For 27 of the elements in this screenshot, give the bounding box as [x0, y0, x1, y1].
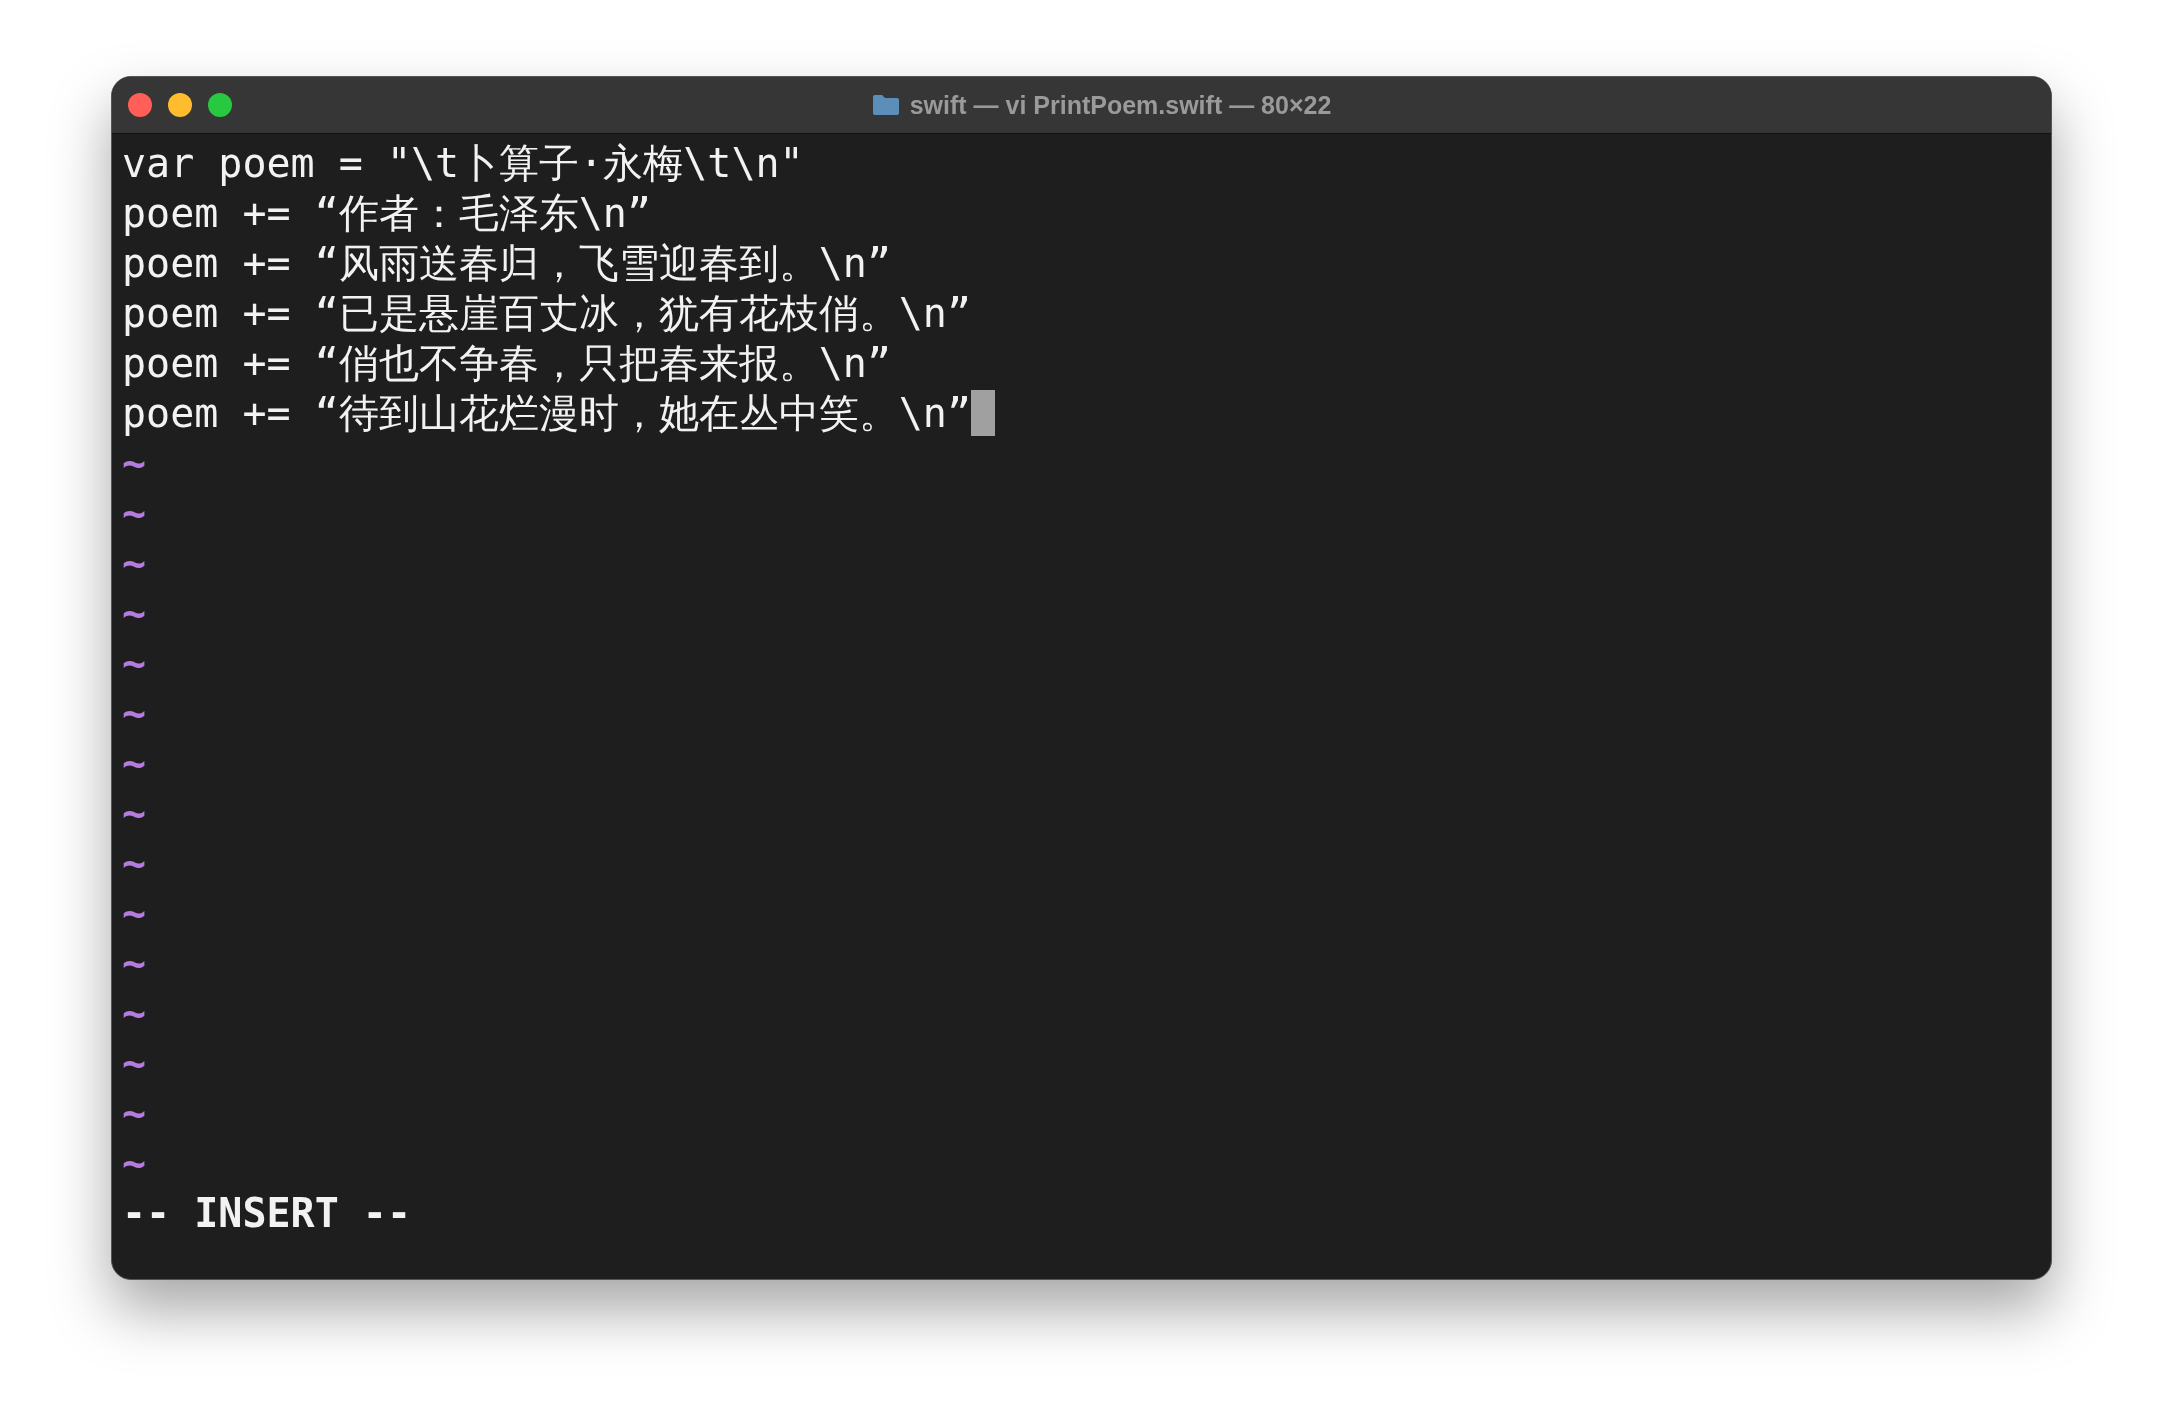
code-line: var poem = "\t卜算子·永梅\t\n": [122, 139, 804, 188]
code-line: poem += “待到山花烂漫时，她在丛中笑。\n”: [122, 389, 971, 438]
empty-line-marker: ~: [122, 439, 147, 488]
empty-line-marker: ~: [122, 939, 147, 988]
zoom-button[interactable]: [208, 93, 232, 117]
empty-line-marker: ~: [122, 639, 147, 688]
code-line: poem += “风雨送春归，飞雪迎春到。\n”: [122, 239, 891, 288]
empty-line-marker: ~: [122, 1139, 147, 1188]
empty-line-marker: ~: [122, 889, 147, 938]
empty-line-marker: ~: [122, 589, 147, 638]
code-line: poem += “俏也不争春，只把春来报。\n”: [122, 339, 891, 388]
empty-line-marker: ~: [122, 489, 147, 538]
code-line: poem += “作者：毛泽东\n”: [122, 189, 651, 238]
empty-line-marker: ~: [122, 1039, 147, 1088]
empty-line-marker: ~: [122, 989, 147, 1038]
empty-line-marker: ~: [122, 1089, 147, 1138]
folder-icon: [871, 94, 900, 116]
window-title: swift — vi PrintPoem.swift — 80×22: [909, 90, 1332, 120]
close-button[interactable]: [128, 93, 152, 117]
code-line: poem += “已是悬崖百丈冰，犹有花枝俏。\n”: [122, 289, 971, 338]
empty-line-marker: ~: [122, 789, 147, 838]
empty-line-marker: ~: [122, 689, 147, 738]
empty-line-marker: ~: [122, 839, 147, 888]
minimize-button[interactable]: [168, 93, 192, 117]
empty-line-marker: ~: [122, 539, 147, 588]
empty-line-marker: ~: [122, 739, 147, 788]
mode-indicator: -- INSERT --: [122, 1189, 411, 1238]
